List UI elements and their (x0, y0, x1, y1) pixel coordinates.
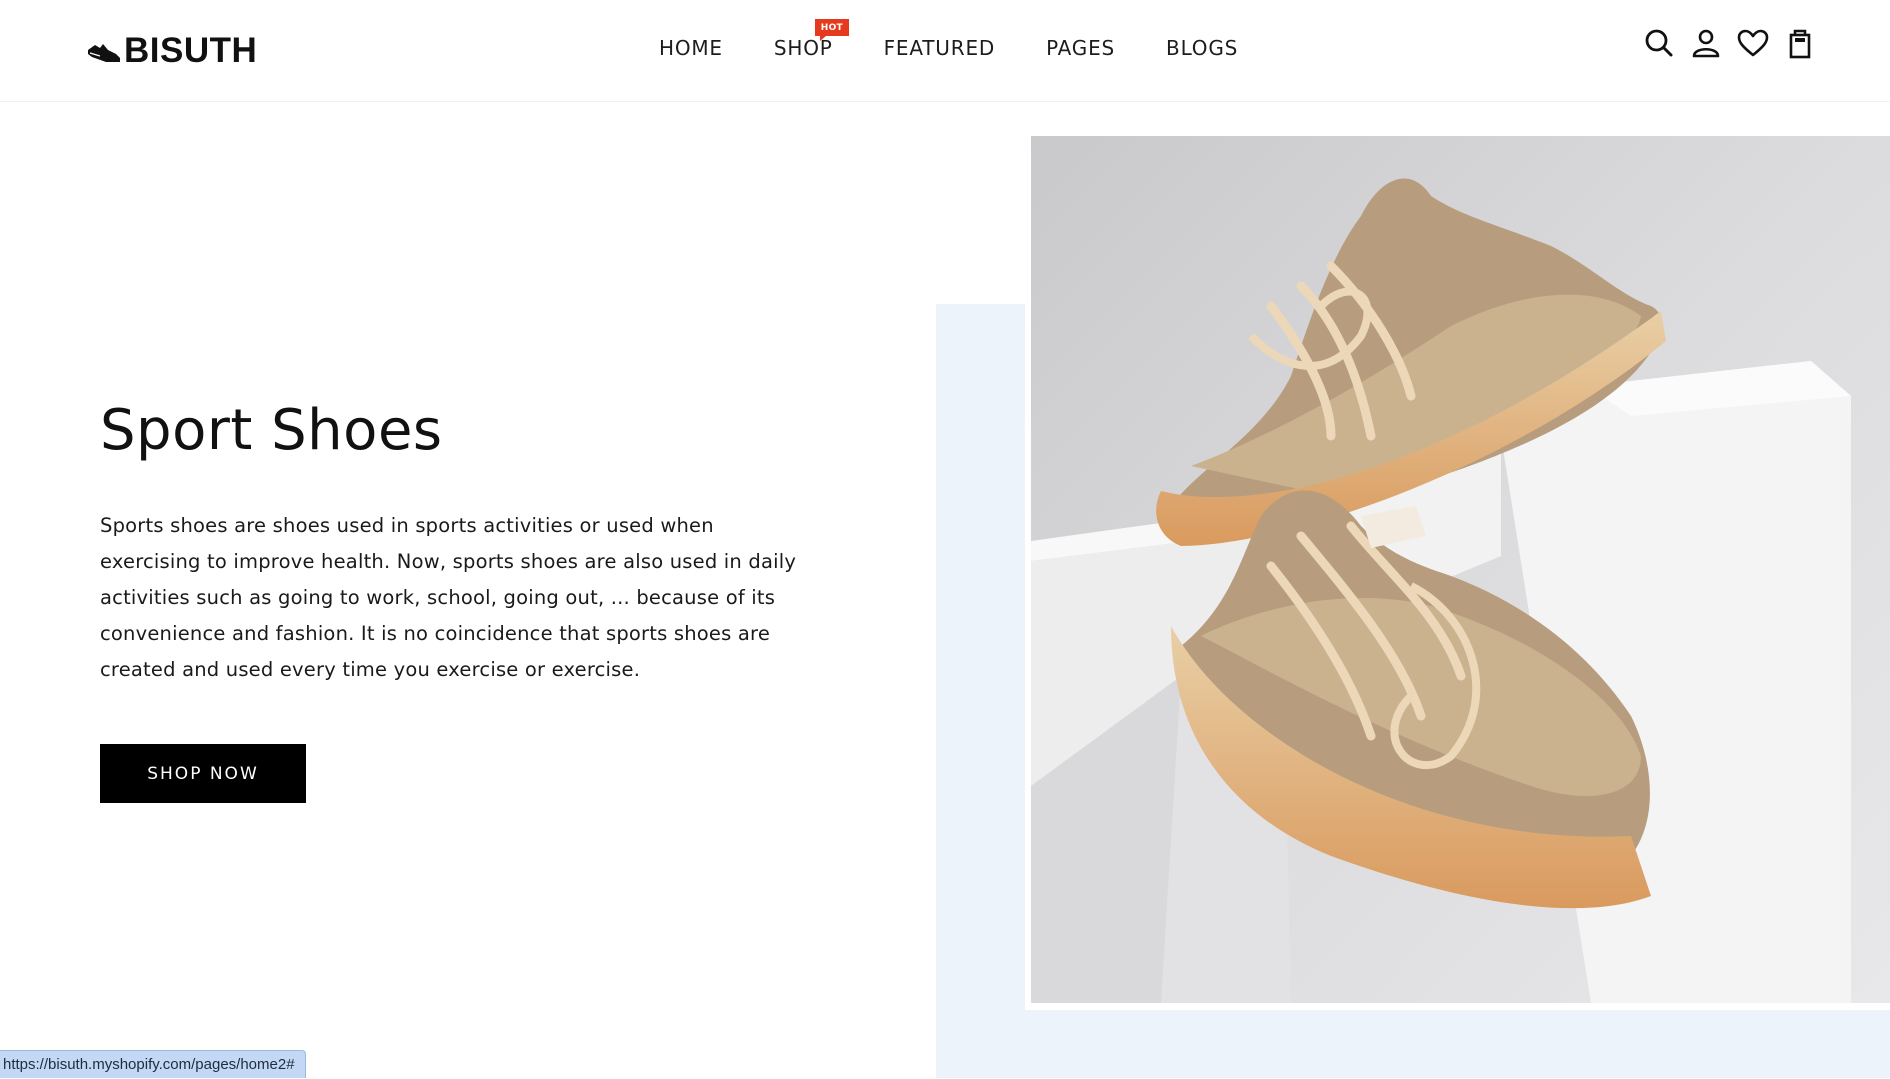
sneaker-logo-icon (88, 44, 120, 62)
nav-featured[interactable]: FEATURED (884, 36, 995, 60)
header-actions (1643, 27, 1816, 59)
status-bar-link-preview: https://bisuth.myshopify.com/pages/home2… (0, 1050, 306, 1078)
shop-now-button[interactable]: SHOP NOW (100, 744, 306, 803)
nav-blogs[interactable]: BLOGS (1166, 36, 1238, 60)
nav-shop[interactable]: SHOP HOT (774, 19, 849, 60)
site-header: BISUTH HOME SHOP HOT FEATURED PAGES BLOG… (0, 0, 1890, 102)
wishlist-heart-icon[interactable] (1737, 27, 1769, 59)
nav-pages[interactable]: PAGES (1046, 36, 1115, 60)
hot-badge: HOT (814, 19, 849, 41)
logo[interactable]: BISUTH (86, 30, 257, 72)
nav-home[interactable]: HOME (659, 36, 723, 60)
cart-bag-icon[interactable] (1784, 27, 1816, 59)
hero-sneakers-image[interactable] (1031, 136, 1890, 1003)
main-nav: HOME SHOP HOT FEATURED PAGES BLOGS (659, 19, 1238, 60)
hero-title: Sport Shoes (100, 398, 443, 463)
account-icon[interactable] (1690, 27, 1722, 59)
logo-text: BISUTH (124, 31, 258, 70)
search-icon[interactable] (1643, 27, 1675, 59)
hero-description: Sports shoes are shoes used in sports ac… (100, 514, 797, 681)
